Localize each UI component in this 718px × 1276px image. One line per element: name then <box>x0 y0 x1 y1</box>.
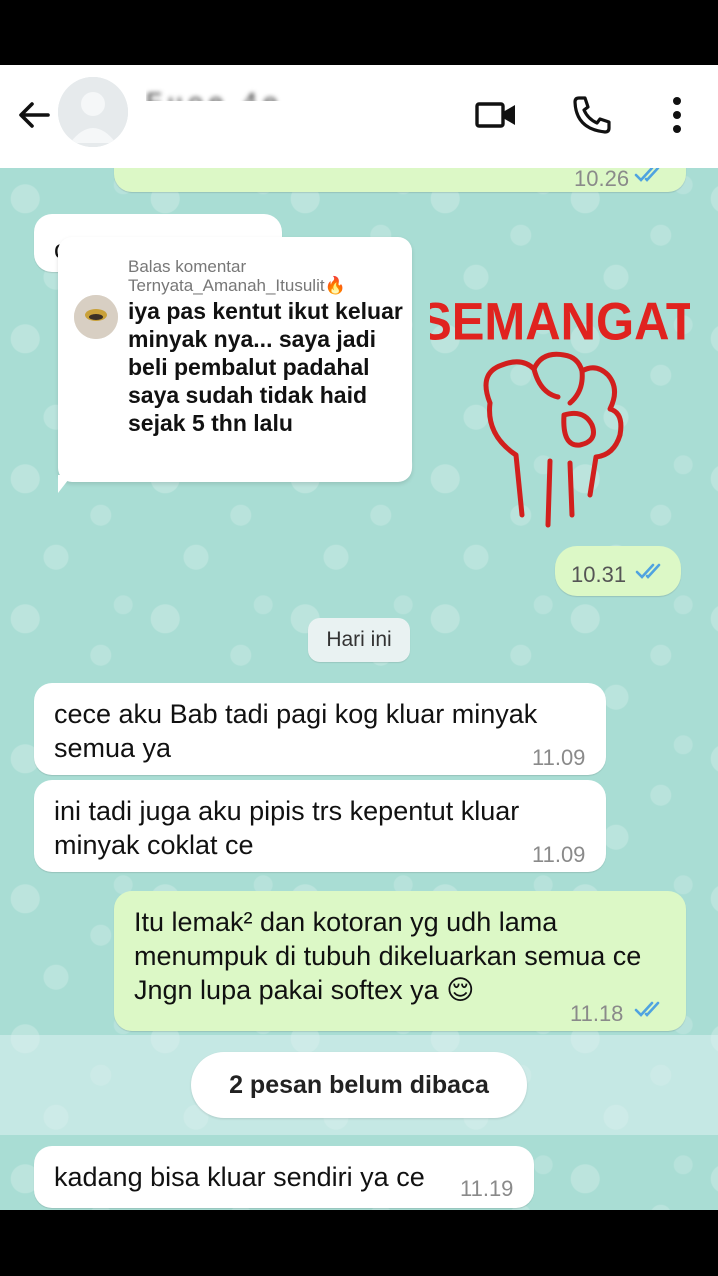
reply-header: Balas komentar Ternyata_Amanah_Itusulit🔥 <box>128 257 346 295</box>
double-check-icon <box>634 1001 660 1017</box>
reply-comment-text: iya pas kentut ikut keluar minyak nya...… <box>128 298 403 436</box>
navigation-bar <box>0 1210 718 1276</box>
fist-icon <box>483 351 624 528</box>
chat-area[interactable]: 10.26 ol... SEMANGAT 10.31 Hari ini cece… <box>0 168 718 1210</box>
message-time: 10.31 <box>571 562 627 587</box>
message-bubble-incoming[interactable]: kadang bisa kluar sendiri ya ce 11.19 <box>34 1146 534 1208</box>
video-camera-icon[interactable] <box>474 93 518 137</box>
contact-name[interactable]: Fuoe 4e <box>146 87 283 101</box>
chat-header: Fuoe 4e <box>0 65 718 168</box>
reply-card-tail <box>58 475 72 493</box>
message-bubble-incoming[interactable]: ini tadi juga aku pipis trs kepentut klu… <box>34 780 606 872</box>
more-vertical-icon[interactable] <box>655 93 699 137</box>
reply-comment-card[interactable]: Balas komentar Ternyata_Amanah_Itusulit🔥… <box>58 237 412 482</box>
double-check-icon <box>634 168 660 182</box>
message-bubble-incoming[interactable]: cece aku Bab tadi pagi kog kluar minyak … <box>34 683 606 775</box>
avatar-image <box>74 295 118 339</box>
reply-username[interactable]: Ternyata_Amanah_Itusulit🔥 <box>128 276 346 295</box>
commenter-avatar[interactable] <box>74 295 118 339</box>
double-check-icon <box>635 563 661 579</box>
message-text: cece aku Bab tadi pagi kog kluar minyak … <box>54 699 538 763</box>
phone-icon[interactable] <box>570 93 614 137</box>
status-bar <box>0 0 718 65</box>
message-time: 11.09 <box>532 745 586 770</box>
arrow-left-icon[interactable] <box>14 95 54 135</box>
sticker-text: SEMANGAT <box>430 292 690 351</box>
contact-avatar[interactable] <box>58 77 128 147</box>
message-text: Itu lemak² dan kotoran yg udh lama menum… <box>134 907 642 1005</box>
reply-title: Balas komentar <box>128 257 247 276</box>
message-text: kadang bisa kluar sendiri ya ce <box>54 1162 425 1192</box>
message-text: ini tadi juga aku pipis trs kepentut klu… <box>54 796 520 860</box>
message-bubble-outgoing[interactable]: Itu lemak² dan kotoran yg udh lama menum… <box>114 891 686 1031</box>
message-time: 11.09 <box>532 842 586 867</box>
message-time: 11.18 <box>570 1001 624 1026</box>
message-time: 11.19 <box>460 1176 514 1201</box>
date-divider: Hari ini <box>308 618 410 662</box>
default-avatar-icon <box>58 77 128 147</box>
unread-messages-pill: 2 pesan belum dibaca <box>191 1052 527 1118</box>
semangat-sticker[interactable]: SEMANGAT <box>430 285 690 545</box>
sticker-time-bubble: 10.31 <box>555 546 681 596</box>
message-time: 10.26 <box>574 168 630 191</box>
message-bubble-outgoing[interactable]: 10.26 <box>114 168 686 192</box>
